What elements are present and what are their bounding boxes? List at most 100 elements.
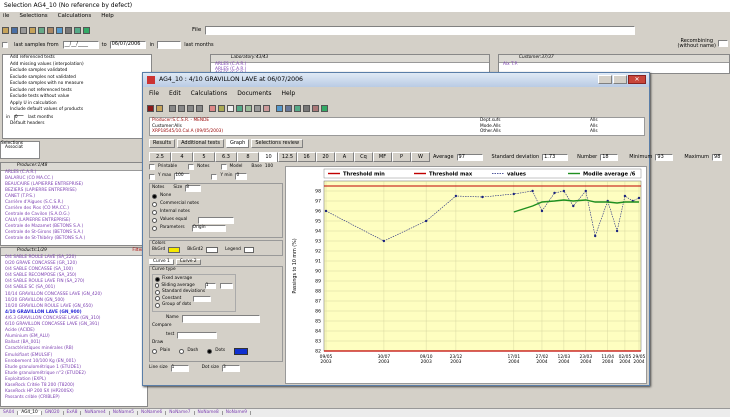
ymin-checkbox[interactable] — [211, 173, 218, 180]
tab-curve1[interactable]: Curve 1 — [149, 258, 174, 266]
sieve-tab[interactable]: 10 — [259, 151, 278, 162]
radio-values-equal[interactable] — [152, 217, 157, 223]
radio-fixed[interactable] — [155, 276, 160, 282]
sieve-tab[interactable]: Cq — [354, 151, 373, 162]
sieve-tab[interactable]: 20 — [316, 151, 335, 162]
grid-icon[interactable] — [254, 104, 261, 112]
name-input[interactable] — [181, 314, 260, 323]
cust-item[interactable]: Aix T.P. — [499, 62, 729, 68]
report-icon[interactable] — [263, 104, 270, 112]
status-tab[interactable]: NoName6 — [138, 410, 167, 416]
chart-icon[interactable] — [236, 104, 243, 112]
folder-icon[interactable] — [2, 27, 9, 34]
product-item[interactable]: Passants crible (CRIBLEP) — [1, 395, 147, 402]
radio-constant[interactable] — [155, 296, 160, 302]
bkgrd2-swatch[interactable] — [206, 247, 219, 254]
default-headers[interactable]: Default headers — [6, 121, 148, 129]
sieve-tab[interactable]: W — [411, 151, 430, 162]
bkgrd-swatch[interactable] — [168, 247, 181, 254]
status-tab[interactable]: NoName8 — [195, 410, 223, 416]
sieve-tab[interactable]: 2.5 — [149, 151, 171, 162]
ymax-input[interactable]: 100 — [174, 173, 191, 180]
status-tab[interactable]: ExA8 — [64, 410, 82, 416]
help-icon[interactable] — [321, 104, 328, 112]
date-to-input[interactable]: 06/07/2006 — [109, 41, 146, 49]
print-icon[interactable] — [303, 104, 310, 112]
ymax-checkbox[interactable] — [149, 173, 155, 180]
status-tab[interactable]: NoName4 — [81, 410, 110, 416]
menu-selections[interactable]: Selections — [19, 14, 47, 20]
draw-color-swatch[interactable] — [234, 347, 249, 355]
radio-dots[interactable] — [207, 348, 213, 354]
origin-select[interactable]: Origin — [191, 224, 226, 232]
radio-sliding[interactable] — [155, 283, 160, 289]
align-left-icon[interactable] — [169, 104, 176, 112]
legend-swatch[interactable] — [243, 247, 254, 254]
open-icon[interactable] — [29, 27, 36, 34]
child-menu-help[interactable]: Help — [282, 91, 296, 97]
close-button[interactable]: ✕ — [628, 75, 646, 84]
sieve-tab[interactable]: P — [392, 151, 411, 162]
align-right-icon[interactable] — [178, 104, 185, 112]
radio-dash[interactable] — [179, 348, 185, 354]
base-value[interactable]: 100 — [265, 164, 273, 169]
status-tab[interactable]: SA04 — [0, 410, 19, 416]
radio-internal[interactable] — [152, 209, 157, 215]
tab-curve2[interactable]: Curve 2 — [175, 258, 201, 266]
brush-icon[interactable] — [218, 104, 225, 112]
dot-size-input[interactable]: 3 — [221, 365, 240, 372]
tab-graph[interactable]: Graph — [225, 139, 250, 148]
values-equal-select[interactable] — [198, 216, 235, 224]
child-menu-calculations[interactable]: Calculations — [191, 91, 228, 97]
indent-icon[interactable] — [187, 104, 194, 112]
child-menu-edit[interactable]: Edit — [169, 91, 181, 97]
sieve-tab[interactable]: A — [335, 151, 354, 162]
radio-stddev[interactable] — [155, 289, 160, 295]
sieve-tab[interactable]: 4 — [171, 151, 193, 162]
status-tab[interactable]: GN020 — [42, 410, 64, 416]
producer-item[interactable]: Centrale de St-Thibéry (BETONS S.A.) — [1, 236, 147, 243]
users-icon[interactable] — [38, 27, 45, 34]
sheet-icon[interactable] — [245, 104, 252, 112]
sieve-tab[interactable]: 8 — [237, 151, 259, 162]
date-from-input[interactable]: __/__/____ — [62, 41, 99, 49]
menu-file[interactable]: ile — [3, 14, 9, 20]
sieve-tab[interactable]: MF — [373, 151, 392, 162]
image-icon[interactable] — [74, 27, 81, 34]
outdent-icon[interactable] — [196, 104, 203, 112]
grid-icon[interactable] — [65, 27, 72, 34]
grid2-icon[interactable] — [285, 104, 292, 112]
sliding-input[interactable]: 1 — [204, 282, 217, 289]
status-tab[interactable]: AG4_10 — [18, 410, 42, 416]
menu-calculations[interactable]: Calculations — [58, 14, 92, 20]
radio-plain[interactable] — [152, 348, 157, 354]
tab-additional-tests[interactable]: Additional tests — [177, 139, 224, 148]
script-icon[interactable] — [156, 104, 163, 112]
months-input[interactable] — [157, 41, 182, 49]
line-size-input[interactable]: 1 — [170, 365, 189, 372]
samples-checkbox[interactable] — [2, 42, 8, 48]
tab-selections-review[interactable]: Selections review — [251, 139, 304, 148]
constant-input[interactable] — [193, 295, 212, 302]
size-input[interactable]: 8 — [185, 185, 202, 192]
radio-none[interactable] — [152, 193, 157, 199]
child-menu-file[interactable]: File — [149, 91, 159, 97]
image-icon[interactable] — [294, 104, 301, 112]
maximize-button[interactable] — [613, 75, 627, 84]
status-tab[interactable]: NoName9 — [223, 410, 252, 416]
notes-checkbox[interactable] — [188, 164, 195, 170]
sieve-tab[interactable]: 12.5 — [278, 151, 297, 162]
printable-checkbox[interactable] — [149, 164, 155, 170]
pencil-icon[interactable] — [209, 104, 216, 112]
table-icon[interactable] — [56, 27, 63, 34]
table-icon[interactable] — [276, 104, 283, 112]
status-tab[interactable]: NoName5 — [110, 410, 138, 416]
sieve-tab[interactable]: 6.3 — [215, 151, 237, 162]
radio-parameters[interactable] — [152, 225, 157, 231]
menu-help[interactable]: Help — [101, 14, 114, 20]
file-input[interactable] — [205, 26, 636, 35]
book-icon[interactable] — [147, 104, 154, 112]
tool-icon[interactable] — [312, 104, 319, 112]
model-checkbox[interactable] — [220, 164, 227, 170]
ymin-input[interactable]: 0 — [235, 173, 248, 180]
